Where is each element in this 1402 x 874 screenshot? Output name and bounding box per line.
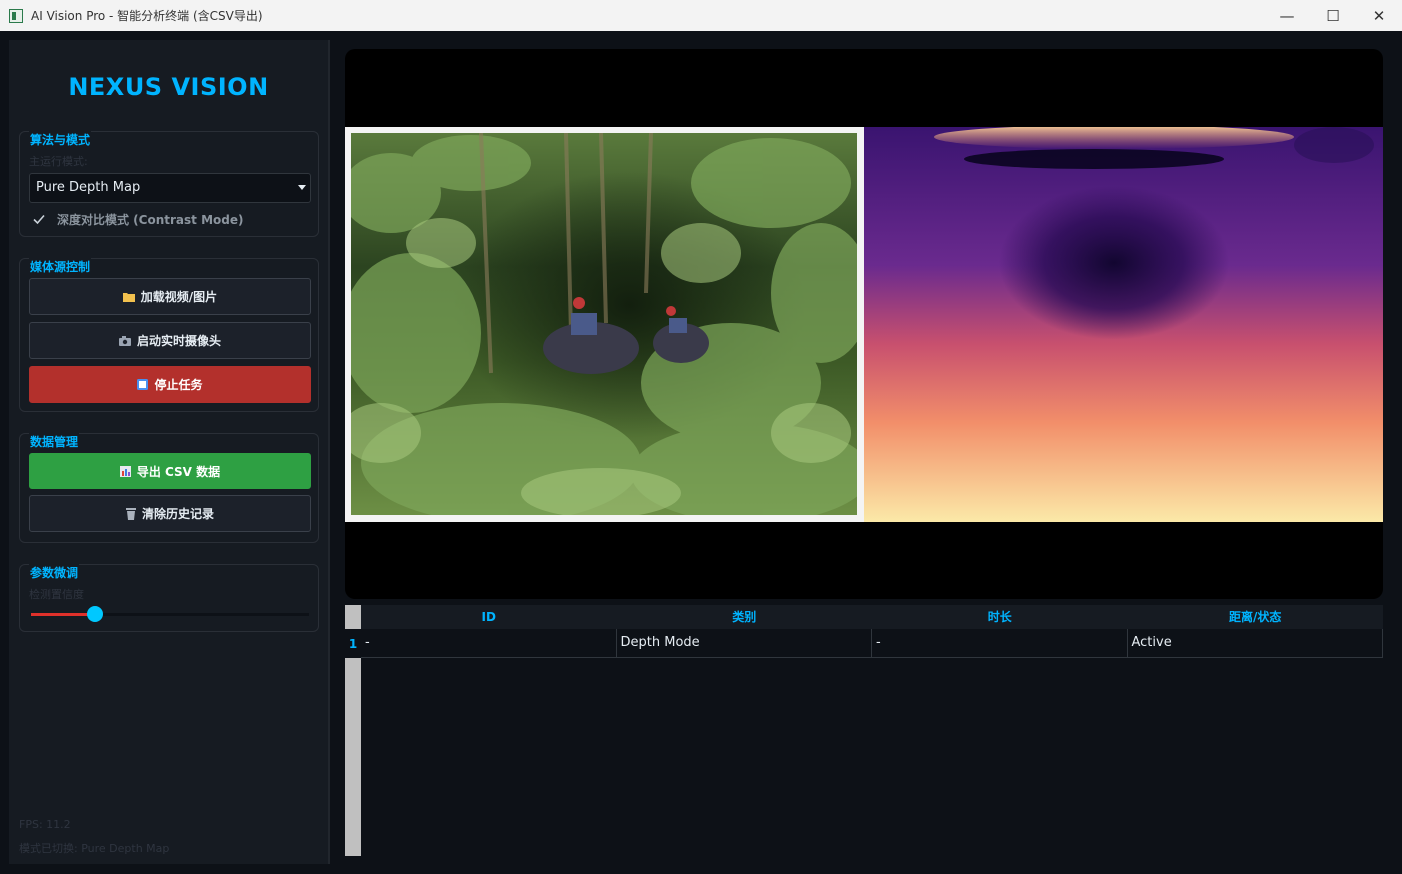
camera-icon [118, 335, 131, 346]
data-management-group: 数据管理 导出 CSV 数据 清除历史记录 [19, 433, 319, 543]
media-source-group: 媒体源控制 加载视频/图片 启动实时摄像头 停止任务 [19, 258, 319, 412]
clear-history-button[interactable]: 清除历史记录 [29, 495, 311, 532]
algorithm-mode-group: 算法与模式 主运行模式: Pure Depth Map 深度对比模式 (Cont… [19, 131, 319, 237]
rgb-frame [345, 127, 864, 522]
mode-hint-label: 主运行模式: [29, 155, 88, 168]
window-controls: — ☐ ✕ [1264, 0, 1402, 31]
contrast-mode-checkbox[interactable]: 深度对比模式 (Contrast Mode) [29, 209, 243, 229]
column-header-id[interactable]: ID [361, 605, 617, 629]
confidence-slider-handle[interactable] [87, 606, 103, 622]
trash-icon [125, 507, 136, 520]
column-header-category[interactable]: 类别 [617, 605, 873, 629]
stop-task-label: 停止任务 [154, 378, 203, 392]
contrast-mode-label: 深度对比模式 (Contrast Mode) [57, 212, 244, 227]
status-message: 模式已切换: Pure Depth Map [19, 842, 170, 855]
confidence-hint-label: 检测置信度 [29, 588, 84, 601]
chevron-down-icon [298, 185, 306, 190]
jungle-elephants-image [351, 133, 857, 515]
clear-history-label: 清除历史记录 [141, 507, 214, 521]
app-icon [9, 8, 23, 23]
mode-select[interactable]: Pure Depth Map [29, 173, 311, 203]
mode-select-value: Pure Depth Map [36, 180, 141, 195]
parameter-tuning-group: 参数微调 检测置信度 [19, 564, 319, 632]
fps-readout: FPS: 11.2 [19, 818, 71, 831]
video-frame-strip [345, 127, 1383, 522]
video-display [345, 49, 1383, 599]
column-header-distance-status[interactable]: 距离/状态 [1128, 605, 1384, 629]
depth-map-image [864, 127, 1383, 522]
start-camera-button[interactable]: 启动实时摄像头 [29, 322, 311, 359]
load-media-button[interactable]: 加载视频/图片 [29, 278, 311, 315]
jungle-photo [351, 133, 857, 515]
confidence-slider-fill [31, 613, 95, 616]
close-button[interactable]: ✕ [1356, 0, 1402, 31]
cell-id[interactable]: - [361, 629, 617, 657]
row-number[interactable]: 1 [345, 629, 361, 658]
sidebar: NEXUS VISION 算法与模式 主运行模式: Pure Depth Map… [9, 40, 330, 864]
maximize-button[interactable]: ☐ [1310, 0, 1356, 31]
cell-status[interactable]: Active [1128, 629, 1383, 657]
depth-map-frame [864, 127, 1383, 522]
group-title-params: 参数微调 [29, 564, 80, 581]
window-title: AI Vision Pro - 智能分析终端 (含CSV导出) [31, 9, 263, 23]
chart-icon [119, 465, 131, 477]
stop-icon [137, 379, 149, 390]
checkmark-icon [33, 214, 45, 225]
table-row[interactable]: - Depth Mode - Active [361, 629, 1383, 658]
brand-title: NEXUS VISION [68, 73, 269, 101]
cell-duration[interactable]: - [872, 629, 1128, 657]
column-header-duration[interactable]: 时长 [872, 605, 1128, 629]
group-title-algorithm: 算法与模式 [29, 131, 92, 148]
stop-task-button[interactable]: 停止任务 [29, 366, 311, 403]
confidence-slider[interactable] [31, 606, 309, 622]
cell-category[interactable]: Depth Mode [617, 629, 872, 657]
group-title-data: 数据管理 [29, 433, 80, 450]
window-title-bar: AI Vision Pro - 智能分析终端 (含CSV导出) — ☐ ✕ [0, 0, 1402, 32]
start-camera-label: 启动实时摄像头 [136, 334, 221, 348]
minimize-button[interactable]: — [1264, 0, 1310, 31]
load-media-label: 加载视频/图片 [140, 290, 218, 304]
group-title-media: 媒体源控制 [29, 258, 92, 275]
main-frame: NEXUS VISION 算法与模式 主运行模式: Pure Depth Map… [0, 31, 1402, 874]
table-header: ID 类别 时长 距离/状态 [361, 605, 1383, 629]
results-table: ID 类别 时长 距离/状态 1 - Depth Mode - Active [345, 605, 1383, 856]
export-csv-label: 导出 CSV 数据 [136, 464, 221, 479]
export-csv-button[interactable]: 导出 CSV 数据 [29, 453, 311, 489]
folder-icon [122, 292, 135, 302]
